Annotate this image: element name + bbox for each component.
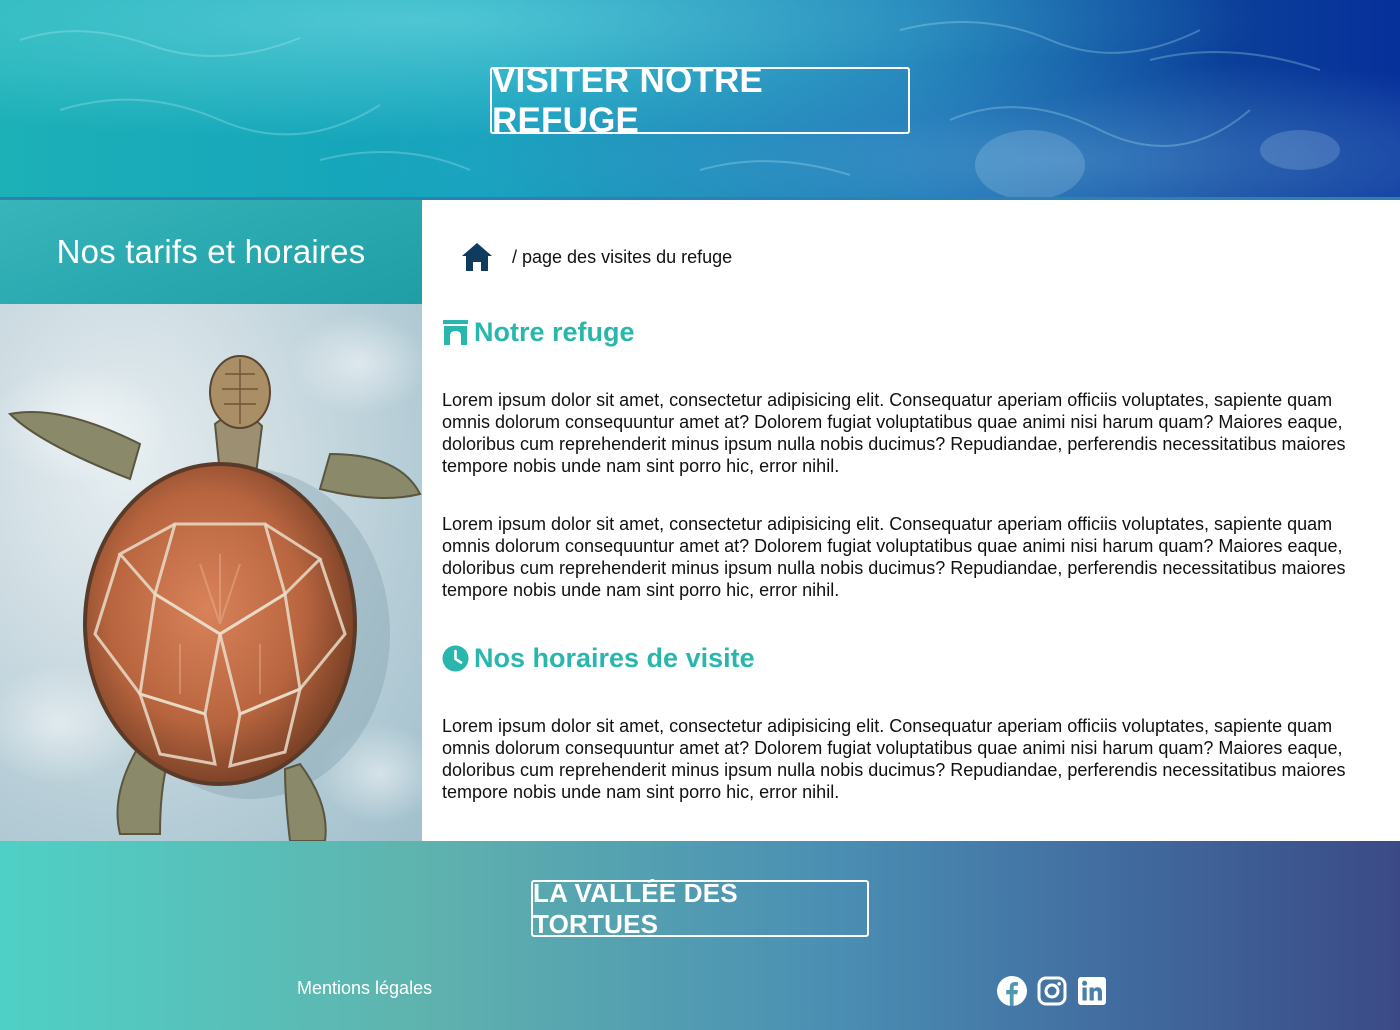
facebook-link[interactable] — [996, 975, 1028, 1007]
linkedin-link[interactable] — [1076, 975, 1108, 1007]
section-title-refuge: Notre refuge — [442, 317, 635, 348]
breadcrumb: / page des visites du refuge — [460, 240, 732, 274]
section-paragraph: Lorem ipsum dolor sit amet, consectetur … — [442, 390, 1346, 476]
facebook-icon — [997, 976, 1027, 1006]
legal-notice-link[interactable]: Mentions légales — [297, 978, 432, 999]
section-paragraph: Lorem ipsum dolor sit amet, consectetur … — [442, 514, 1346, 600]
turtle-photo — [0, 304, 422, 841]
section-title-text: Nos horaires de visite — [474, 643, 755, 673]
social-links — [996, 975, 1108, 1007]
sidebar-heading-panel: Nos tarifs et horaires — [0, 200, 422, 304]
hero-banner: VISITER NOTRE REFUGE — [0, 0, 1400, 200]
hero-title[interactable]: VISITER NOTRE REFUGE — [490, 61, 910, 140]
section-paragraph: Lorem ipsum dolor sit amet, consectetur … — [442, 716, 1346, 802]
section-title-horaires: Nos horaires de visite — [442, 643, 755, 674]
sea-turtle-illustration — [0, 314, 422, 841]
section-title-text: Notre refuge — [474, 317, 635, 347]
instagram-icon — [1037, 976, 1067, 1006]
sidebar-heading: Nos tarifs et horaires — [56, 233, 366, 270]
main-content: / page des visites du refuge Notre refug… — [422, 200, 1400, 841]
linkedin-icon — [1078, 977, 1106, 1005]
breadcrumb-current: / page des visites du refuge — [512, 246, 733, 267]
home-icon[interactable] — [460, 241, 494, 273]
archway-icon — [443, 320, 468, 345]
clock-icon — [442, 645, 469, 672]
instagram-link[interactable] — [1036, 975, 1068, 1007]
footer: LA VALLÉE DES TORTUES Mentions légales — [0, 841, 1400, 1030]
footer-brand: LA VALLÉE DES TORTUES — [531, 878, 869, 939]
